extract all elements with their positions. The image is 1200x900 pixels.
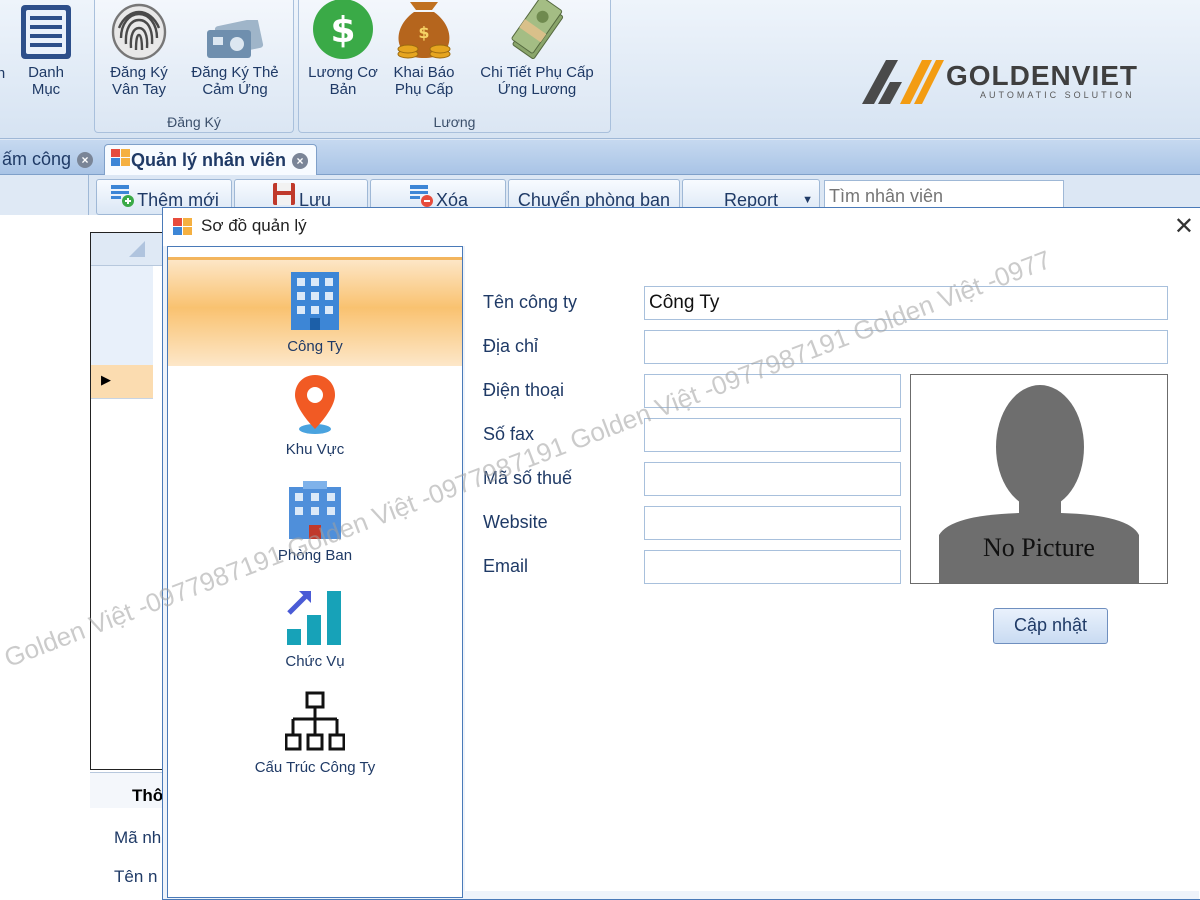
website-label: Website <box>483 512 548 532</box>
khai-bao-phu-cap-line2: Phụ Cấp <box>394 81 454 98</box>
address-field[interactable] <box>644 330 1168 364</box>
svg-text:$: $ <box>418 23 429 42</box>
cash-bundle-icon <box>467 0 607 60</box>
growth-chart-icon <box>287 591 341 645</box>
update-button[interactable]: Cập nhật <box>993 608 1108 644</box>
ribbon-partial-button[interactable]: n <box>0 65 8 82</box>
logo-brand-text: GOLDENVIET <box>946 60 1139 91</box>
email-label: Email <box>483 556 529 576</box>
card-reader-icon <box>183 0 287 60</box>
svg-text:$: $ <box>330 10 355 51</box>
tab-cham-cong[interactable]: ấm công × <box>0 144 99 174</box>
nav-item-cong-ty[interactable]: Công Ty <box>168 257 462 366</box>
document-tab-bar: ấm công × Quản lý nhân viên × <box>0 140 1200 175</box>
chi-tiet-phu-cap-line2: Ứng Lương <box>497 81 577 98</box>
no-picture-text: No Picture <box>983 533 1095 562</box>
close-tab-icon[interactable]: × <box>77 152 94 169</box>
tab-quan-ly-nhan-vien[interactable]: Quản lý nhân viên × <box>104 144 318 176</box>
fingerprint-icon <box>101 0 177 60</box>
dialog-titlebar: Sơ đồ quản lý ✕ <box>163 208 1200 244</box>
grid-corner-icon <box>129 241 145 257</box>
nav-label-cong-ty: Công Ty <box>287 338 343 355</box>
nav-label-phong-ban: Phòng Ban <box>277 547 353 564</box>
tax-code-label: Mã số thuế <box>483 468 573 488</box>
employee-name-label: Tên n <box>114 867 158 886</box>
location-pin-icon <box>295 375 335 434</box>
table-row-selected[interactable]: ▶ <box>91 365 153 399</box>
nav-item-chuc-vu[interactable]: Chức Vụ <box>168 575 462 681</box>
table-row[interactable] <box>91 266 153 300</box>
nav-label-chuc-vu: Chức Vụ <box>285 653 345 670</box>
tab-cham-cong-label: ấm công <box>2 149 72 169</box>
chi-tiet-phu-cap-button[interactable]: Chi Tiết Phụ Cấp Ứng Lương <box>467 0 607 98</box>
department-building-icon <box>289 481 341 539</box>
dang-ky-the-line2: Cảm Ứng <box>202 81 268 98</box>
phone-label: Điện thoại <box>483 380 565 400</box>
khai-bao-phu-cap-button[interactable]: $ Khai Báo Phụ Cấp <box>385 0 463 98</box>
khai-bao-phu-cap-line1: Khai Báo <box>393 64 455 81</box>
company-logo-picture[interactable]: No Picture <box>910 374 1168 584</box>
left-panel-strip <box>0 175 89 215</box>
form-window-icon <box>111 146 131 176</box>
employee-grid[interactable]: ▶ <box>90 232 172 770</box>
list-icon <box>14 0 78 60</box>
tab-quan-ly-nhan-vien-label: Quản lý nhân viên <box>131 150 287 170</box>
chi-tiet-phu-cap-line1: Chi Tiết Phụ Cấp <box>480 64 594 81</box>
goldenviet-logo: GOLDENVIET AUTOMATIC SOLUTION <box>860 58 1180 108</box>
dang-ky-van-tay-line2: Vân Tay <box>112 81 166 98</box>
luong-co-ban-line2: Bản <box>329 81 357 98</box>
dialog-title: Sơ đồ quản lý <box>201 216 307 235</box>
dang-ky-the-cam-ung-button[interactable]: Đăng Ký Thẻ Cảm Ứng <box>183 0 287 98</box>
dang-ky-van-tay-button[interactable]: Đăng Ký Vân Tay <box>101 0 177 98</box>
company-name-label: Tên công ty <box>483 292 578 312</box>
nav-label-cau-truc-cong-ty: Cấu Trúc Công Ty <box>254 759 376 776</box>
ribbon-group-luong: $ Lương Cơ Bản $ Khai Báo Phụ Cấp Chi Ti… <box>298 0 611 133</box>
nav-item-khu-vuc[interactable]: Khu Vực <box>168 363 462 469</box>
info-tab[interactable]: Thô <box>90 772 170 808</box>
ribbon-group-dang-ky: Đăng Ký Vân Tay Đăng Ký Thẻ Cảm Ứng Đăng… <box>94 0 294 133</box>
employee-code-label: Mã nh <box>114 828 162 847</box>
org-nav-panel: Công Ty Khu Vực Phòng Ban Chức Vụ Cấu Tr… <box>167 246 463 898</box>
dialog-body: Công Ty Khu Vực Phòng Ban Chức Vụ Cấu Tr… <box>163 246 1199 899</box>
org-chart-dialog: Sơ đồ quản lý ✕ Công Ty Khu Vực Phòng Ba… <box>162 207 1200 900</box>
phone-field[interactable] <box>644 374 901 408</box>
fax-label: Số fax <box>483 424 535 444</box>
org-chart-icon <box>285 691 345 751</box>
dollar-coin-icon: $ <box>301 0 385 60</box>
danh-muc-line1: Danh <box>28 64 64 81</box>
website-field[interactable] <box>644 506 901 540</box>
form-window-icon <box>173 218 193 241</box>
table-row[interactable] <box>91 299 153 333</box>
row-indicator-icon: ▶ <box>101 372 111 387</box>
info-tab-label: Thô <box>132 786 164 805</box>
luong-co-ban-line1: Lương Cơ <box>308 64 378 81</box>
dang-ky-van-tay-line1: Đăng Ký <box>110 64 168 81</box>
danh-muc-line2: Mục <box>31 81 61 98</box>
goldenviet-logo-mark-icon <box>862 60 944 104</box>
add-icon <box>109 181 135 214</box>
ribbon-group-label-dang-ky: Đăng Ký <box>167 114 221 130</box>
money-bag-icon: $ <box>385 0 463 60</box>
dang-ky-the-line1: Đăng Ký Thẻ <box>191 64 279 81</box>
danh-muc-button[interactable]: Danh Mục <box>14 0 78 98</box>
nav-label-khu-vuc: Khu Vực <box>285 441 345 458</box>
luong-co-ban-button[interactable]: $ Lương Cơ Bản <box>301 0 385 98</box>
ribbon: n Danh Mục Đăng Ký Vân Tay Đăng Ký Thẻ C… <box>0 0 1200 139</box>
grid-header <box>91 233 171 266</box>
ribbon-group-label-luong: Lương <box>433 114 476 130</box>
nav-item-cau-truc-cong-ty[interactable]: Cấu Trúc Công Ty <box>168 681 462 787</box>
close-tab-icon[interactable]: × <box>292 153 309 170</box>
nav-item-phong-ban[interactable]: Phòng Ban <box>168 469 462 575</box>
logo-tagline: AUTOMATIC SOLUTION <box>980 90 1135 100</box>
tax-code-field[interactable] <box>644 462 901 496</box>
office-building-icon <box>291 272 339 330</box>
company-form: Tên công ty Địa chỉ Điện thoại Số fax Mã… <box>465 246 1199 891</box>
table-row[interactable] <box>91 332 153 366</box>
company-name-field[interactable] <box>644 286 1168 320</box>
ribbon-partial-label: n <box>0 65 6 82</box>
fax-field[interactable] <box>644 418 901 452</box>
close-icon[interactable]: ✕ <box>1174 212 1194 241</box>
address-label: Địa chỉ <box>483 336 539 356</box>
email-field[interactable] <box>644 550 901 584</box>
